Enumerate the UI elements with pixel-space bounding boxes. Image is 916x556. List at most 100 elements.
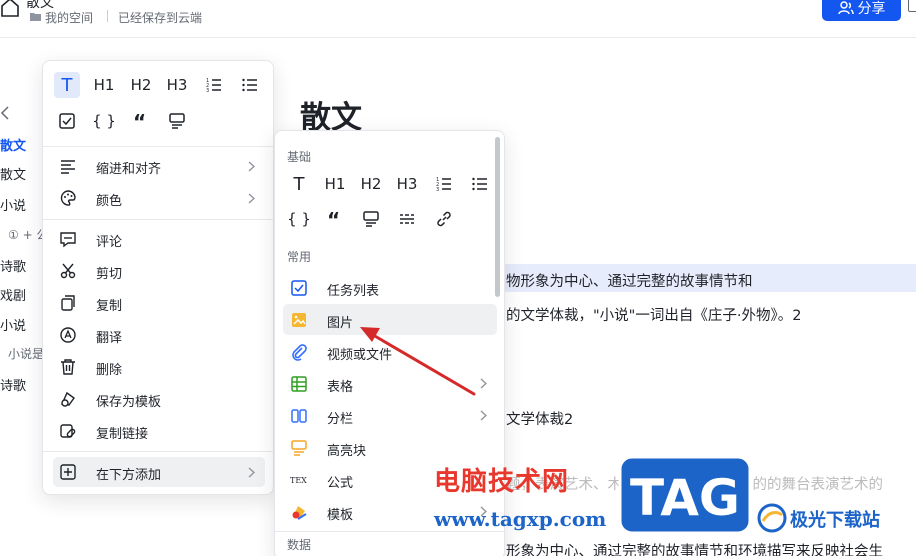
insert-link-button[interactable]: [431, 206, 457, 232]
h3-icon: H3: [166, 76, 188, 94]
outline-item[interactable]: 小说是: [8, 345, 44, 362]
svg-text:“: “: [327, 210, 340, 228]
menu-item-label: 保存为模板: [96, 395, 162, 410]
checkbox-icon: [291, 280, 307, 296]
highlight-block-icon: [291, 440, 307, 456]
template-icon: [292, 506, 307, 520]
bullet-list-icon: [472, 177, 487, 191]
insert-item-table[interactable]: 表格: [283, 368, 497, 399]
outline-item[interactable]: 散文: [0, 164, 26, 183]
outline-item[interactable]: 诗歌: [0, 256, 26, 275]
svg-text:“: “: [133, 112, 146, 130]
todo-button[interactable]: [54, 108, 80, 134]
menu-divider: [43, 219, 275, 220]
menu-item-copy[interactable]: 复制: [53, 288, 265, 318]
outline-item[interactable]: 散文: [0, 135, 26, 154]
callout-button[interactable]: [164, 108, 190, 134]
template-save-icon: [60, 391, 75, 407]
insert-item-task-list[interactable]: 任务列表: [283, 272, 497, 303]
folder-icon: [30, 13, 41, 21]
share-button[interactable]: 分享: [822, 0, 901, 21]
columns-icon: [291, 409, 307, 423]
heading3-button[interactable]: H3: [164, 72, 190, 98]
insert-ordered-list-button[interactable]: 123: [431, 171, 457, 197]
outline-item[interactable]: 戏剧: [0, 285, 26, 304]
doc-text-line: 物形象为中心、通过完整的故事情节和: [506, 274, 753, 290]
outline-item[interactable]: 诗歌: [0, 375, 26, 394]
chevron-right-icon: [248, 193, 255, 204]
outline-item[interactable]: 小说: [0, 195, 26, 214]
link-icon: [437, 211, 451, 227]
insert-item-highlight-block[interactable]: 高亮块: [283, 432, 497, 463]
menu-item-copy-link[interactable]: 复制链接: [53, 416, 265, 446]
menu-item-label: 翻译: [96, 331, 123, 346]
trash-icon: [61, 359, 75, 375]
ordered-list-button[interactable]: 123: [201, 72, 227, 98]
bullet-list-button[interactable]: [237, 72, 263, 98]
insert-divider-button[interactable]: [394, 206, 420, 232]
section-common-label: 常用: [287, 250, 312, 264]
menu-item-indent-align[interactable]: 缩进和对齐: [53, 151, 265, 181]
translate-icon: [60, 327, 76, 343]
ordered-list-icon: 123: [436, 177, 451, 193]
comment-icon: [60, 232, 76, 248]
insert-code-button[interactable]: { }: [286, 206, 312, 232]
insert-item-video-file[interactable]: 视频或文件: [283, 336, 497, 367]
quote-icon: “: [133, 112, 146, 130]
heading1-button[interactable]: H1: [91, 72, 117, 98]
aurora-logo-icon: [757, 503, 787, 533]
insert-h3-button[interactable]: H3: [394, 171, 420, 197]
insert-h1-button[interactable]: H1: [322, 171, 348, 197]
ordered-list-icon: 123: [206, 78, 221, 94]
formula-icon: TEX: [290, 476, 307, 485]
menu-divider: [43, 146, 275, 147]
chevron-right-icon: [480, 378, 487, 389]
menu-item-color[interactable]: 颜色: [53, 183, 265, 213]
attachment-icon: [292, 344, 307, 361]
insert-callout-button[interactable]: [358, 206, 384, 232]
menu-item-comment[interactable]: 评论: [53, 224, 265, 254]
insert-item-label: 图片: [327, 316, 354, 331]
insert-text-button[interactable]: T: [286, 171, 312, 197]
text-format-button[interactable]: T: [54, 72, 80, 98]
doc-text-line: 文学体裁2: [506, 412, 574, 428]
section-data-label: 数据: [287, 538, 312, 552]
checkbox-icon: [59, 113, 75, 129]
menu-item-add-below[interactable]: 在下方添加: [53, 457, 265, 487]
chevron-left-icon[interactable]: [0, 106, 10, 120]
header-divider: [0, 37, 916, 38]
insert-bullet-list-button[interactable]: [467, 171, 493, 197]
menu-item-label: 评论: [96, 235, 123, 250]
heading2-button[interactable]: H2: [128, 72, 154, 98]
svg-text:3: 3: [206, 88, 209, 94]
breadcrumb-separator: [107, 10, 108, 22]
quote-button[interactable]: “: [128, 108, 154, 134]
palette-icon: [60, 190, 76, 206]
menu-item-label: 在下方添加: [96, 468, 162, 483]
menu-item-save-template[interactable]: 保存为模板: [53, 384, 265, 414]
menu-item-cut[interactable]: 剪切: [53, 256, 265, 286]
menu-item-translate[interactable]: 翻译: [53, 320, 265, 350]
menu-item-label: 颜色: [96, 194, 123, 209]
h2-icon: H2: [130, 76, 152, 94]
insert-h2-button[interactable]: H2: [358, 171, 384, 197]
divider-icon: [400, 214, 414, 224]
insert-item-label: 分栏: [327, 412, 354, 427]
insert-quote-button[interactable]: “: [322, 206, 348, 232]
more-icon[interactable]: [908, 0, 916, 12]
copy-icon: [61, 295, 75, 311]
share-label: 分享: [857, 0, 886, 17]
home-icon[interactable]: [0, 0, 20, 18]
insert-item-label: 视频或文件: [327, 348, 393, 363]
insert-item-label: 表格: [327, 380, 354, 395]
h2-icon: H2: [360, 175, 382, 193]
outline-item[interactable]: 小说: [0, 315, 26, 334]
code-block-button[interactable]: { }: [91, 108, 117, 134]
watermark-download-site: 极光下载站: [790, 510, 880, 531]
svg-text:3: 3: [436, 187, 439, 193]
breadcrumb-space[interactable]: 我的空间: [45, 9, 93, 26]
text-icon: T: [293, 173, 305, 195]
menu-item-delete[interactable]: 删除: [53, 352, 265, 382]
insert-item-columns[interactable]: 分栏: [283, 400, 497, 431]
insert-item-image[interactable]: 图片: [283, 304, 497, 335]
